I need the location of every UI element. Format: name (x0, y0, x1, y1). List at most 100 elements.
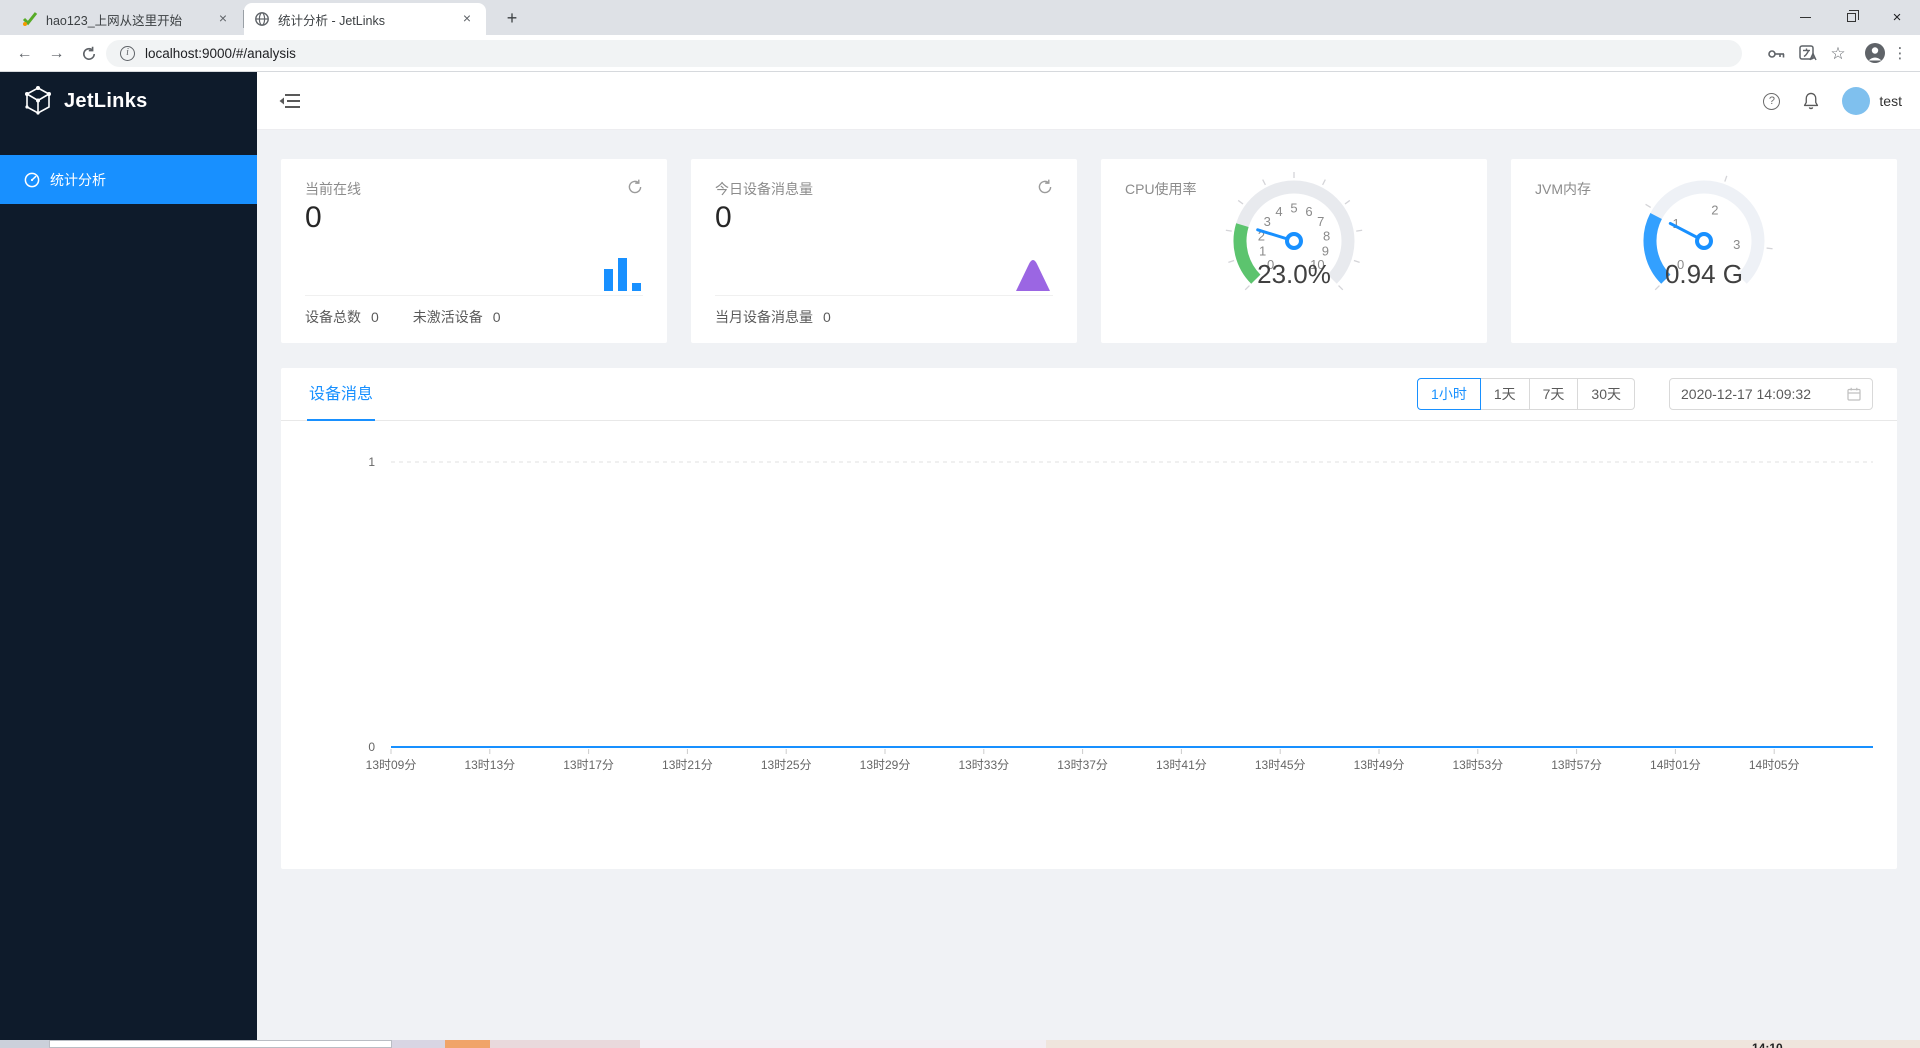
range-button-30天[interactable]: 30天 (1578, 378, 1635, 410)
browser-tab-jetlinks[interactable]: 统计分析 - JetLinks × (244, 3, 486, 35)
gauge-value: 0.94 G (1665, 259, 1743, 289)
divider (715, 295, 1053, 296)
chart-header: 设备消息 1小时 1天 7天 30天 2020-12-17 14:09:32 (281, 368, 1897, 421)
taskbar-segment (0, 1040, 49, 1048)
forward-button[interactable]: → (44, 41, 69, 66)
gauge-tick-label: 1 (1259, 244, 1266, 259)
sidebar-item-analysis[interactable]: 统计分析 (0, 155, 257, 204)
cube-logo-icon (25, 86, 51, 115)
minimize-button[interactable] (1782, 0, 1828, 34)
card-value: 0 (715, 201, 732, 234)
range-button-7天[interactable]: 7天 (1529, 378, 1579, 410)
tab-title: hao123_上网从这里开始 (46, 13, 183, 28)
gauge-tick-label: 2 (1711, 202, 1718, 217)
translate-icon[interactable] (1798, 44, 1818, 64)
logo[interactable]: JetLinks (0, 72, 257, 130)
username: test (1879, 93, 1902, 109)
tab-device-messages[interactable]: 设备消息 (307, 366, 376, 421)
x-axis-label: 13时45分 (1255, 758, 1306, 772)
stat-cards-row: 当前在线 0 设备总数 0 未激活设备 0 今日设备消息量 0 当月设备消息量 … (281, 159, 1897, 343)
card-today-messages: 今日设备消息量 0 当月设备消息量 0 (691, 159, 1077, 343)
tab-close-icon[interactable]: × (214, 10, 232, 28)
gauge-tick-label: 8 (1323, 228, 1330, 243)
browser-menu-icon[interactable]: ⋮ (1890, 44, 1910, 64)
sidebar-item-label: 统计分析 (50, 171, 106, 188)
card-current-online: 当前在线 0 设备总数 0 未激活设备 0 (281, 159, 667, 343)
taskbar-search-box[interactable] (49, 1040, 392, 1048)
browser-tab-hao123[interactable]: hao123_上网从这里开始 × (12, 3, 244, 35)
x-axis-label: 13时09分 (366, 758, 417, 772)
y-axis-label: 0 (368, 740, 375, 754)
tab-close-icon[interactable]: × (458, 10, 476, 28)
browser-toolbar: ← → i localhost:9000/#/analysis ☆ ⋮ (0, 35, 1920, 72)
mini-area-chart (1015, 257, 1051, 291)
help-icon[interactable]: ? (1763, 92, 1781, 110)
new-tab-button[interactable]: + (498, 5, 526, 33)
x-axis-label: 13时57分 (1551, 758, 1602, 772)
card-title: JVM内存 (1535, 181, 1591, 197)
divider (305, 295, 643, 296)
tab-title: 统计分析 - JetLinks (278, 13, 385, 28)
profile-icon[interactable] (1864, 42, 1885, 63)
x-axis-label: 13时21分 (662, 758, 713, 772)
main-content: 当前在线 0 设备总数 0 未激活设备 0 今日设备消息量 0 当月设备消息量 … (257, 130, 1920, 1040)
password-key-icon[interactable] (1766, 44, 1786, 64)
x-axis-label: 13时41分 (1156, 758, 1207, 772)
gauge-tick-label: 3 (1264, 214, 1271, 229)
sync-icon[interactable] (1037, 179, 1053, 195)
range-button-1小时[interactable]: 1小时 (1417, 378, 1481, 410)
datetime-picker[interactable]: 2020-12-17 14:09:32 (1669, 378, 1873, 410)
info-icon[interactable]: i (120, 46, 135, 61)
logo-text: JetLinks (64, 89, 148, 112)
card-value: 0 (305, 201, 322, 234)
datetime-value: 2020-12-17 14:09:32 (1681, 386, 1811, 402)
browser-tab-strip: hao123_上网从这里开始 × 统计分析 - JetLinks × + × (0, 0, 1920, 35)
x-axis-label: 13时53分 (1452, 758, 1503, 772)
user-avatar (1842, 87, 1871, 115)
dashboard-icon (24, 172, 40, 187)
x-axis-label: 13时25分 (761, 758, 812, 772)
x-axis-label: 13时49分 (1354, 758, 1405, 772)
gauge-tick-label: 4 (1275, 204, 1282, 219)
refresh-button[interactable] (76, 41, 101, 66)
header-actions: ? test (1763, 72, 1902, 130)
gauge-tick-label: 6 (1305, 204, 1312, 219)
x-axis-label: 13时17分 (563, 758, 614, 772)
stat-label: 当月设备消息量 (715, 309, 813, 325)
mini-bar-chart (604, 258, 641, 291)
taskbar-segment (640, 1040, 1046, 1048)
x-axis-label: 14时05分 (1749, 758, 1800, 772)
stat-value: 0 (823, 309, 831, 325)
bell-icon[interactable] (1802, 92, 1820, 110)
stat-value: 0 (371, 309, 379, 325)
bookmark-star-icon[interactable]: ☆ (1828, 44, 1848, 64)
x-axis-label: 14时01分 (1650, 758, 1701, 772)
stat-value: 0 (492, 309, 501, 325)
sidebar: JetLinks 统计分析 (0, 72, 257, 1040)
card-footer: 设备总数 0 未激活设备 0 (305, 307, 501, 327)
gauge-tick-label: 5 (1290, 201, 1297, 216)
app-header: ? test (257, 72, 1920, 130)
x-axis-label: 13时13分 (464, 758, 515, 772)
menu-fold-button[interactable] (279, 91, 301, 111)
globe-favicon (255, 12, 269, 26)
back-button[interactable]: ← (12, 41, 37, 66)
y-axis-label: 1 (368, 455, 375, 469)
taskbar-segment (392, 1040, 445, 1048)
line-chart: 0 1 13时09分 13时13分 13时17分 13时21分 13时25分 13时29分 13… (366, 455, 1873, 772)
window-controls: × (1782, 0, 1920, 34)
refresh-icon (82, 46, 95, 60)
cpu-gauge: 01234 5 67891023.0% (1225, 172, 1363, 291)
gauge-value: 23.0% (1257, 259, 1331, 289)
range-button-1天[interactable]: 1天 (1480, 378, 1530, 410)
address-bar[interactable]: i localhost:9000/#/analysis (106, 40, 1742, 67)
card-footer: 当月设备消息量 0 (715, 307, 831, 327)
restore-button[interactable] (1828, 0, 1874, 34)
sync-icon[interactable] (627, 179, 643, 195)
stat-label: 设备总数 (305, 309, 361, 325)
url-text[interactable]: localhost:9000/#/analysis (145, 46, 296, 61)
user-menu[interactable]: test (1842, 87, 1902, 115)
close-button[interactable]: × (1874, 0, 1920, 34)
card-jvm-memory: JVM内存 0 1 2 3 0.94 G (1511, 159, 1897, 343)
x-axis-label: 13时37分 (1057, 758, 1108, 772)
